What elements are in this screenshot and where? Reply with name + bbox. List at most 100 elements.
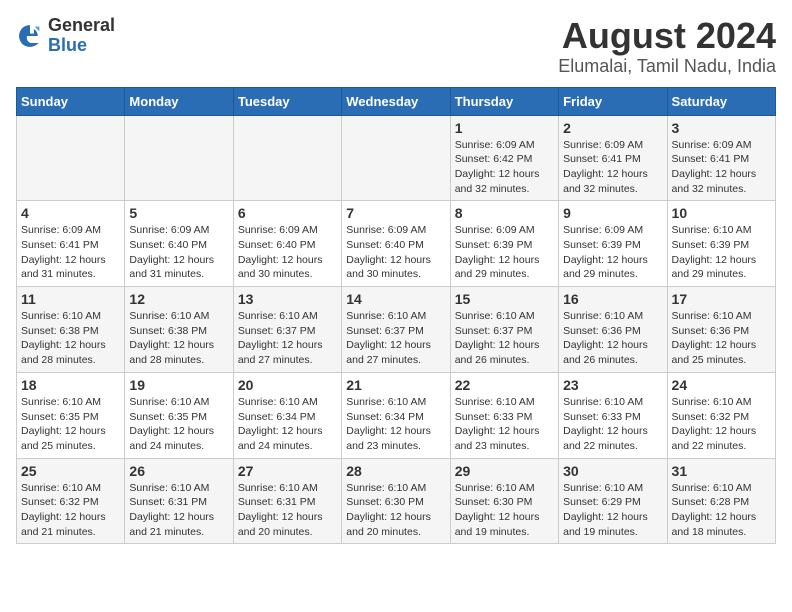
- calendar-cell: 21Sunrise: 6:10 AM Sunset: 6:34 PM Dayli…: [342, 372, 450, 458]
- calendar-cell: 31Sunrise: 6:10 AM Sunset: 6:28 PM Dayli…: [667, 458, 775, 544]
- calendar-week-3: 18 Sunrise: 6:10 AM Sunset: 6:35 PM Dayli…: [17, 372, 776, 458]
- day-info: Sunrise: 6:10 AM Sunset: 6:38 PM Dayligh…: [21, 309, 120, 368]
- calendar-cell: 5 Sunrise: 6:09 AM Sunset: 6:40 PM Daylig…: [125, 201, 233, 287]
- day-number: 26: [129, 463, 228, 479]
- calendar-cell: 3Sunrise: 6:09 AM Sunset: 6:41 PM Daylig…: [667, 115, 775, 201]
- day-number: 8: [455, 205, 554, 221]
- calendar-cell: 27 Sunrise: 6:10 AM Sunset: 6:31 PM Dayli…: [233, 458, 341, 544]
- calendar-cell: 26 Sunrise: 6:10 AM Sunset: 6:31 PM Dayli…: [125, 458, 233, 544]
- day-number: 24: [672, 377, 771, 393]
- day-number: 2: [563, 120, 662, 136]
- day-number: 11: [21, 291, 120, 307]
- calendar-cell: 30 Sunrise: 6:10 AM Sunset: 6:29 PM Dayli…: [559, 458, 667, 544]
- logo-icon: [16, 22, 44, 50]
- weekday-header-monday: Monday: [125, 87, 233, 115]
- day-number: 28: [346, 463, 445, 479]
- page-header: General Blue August 2024 Elumalai, Tamil…: [16, 16, 776, 77]
- day-number: 13: [238, 291, 337, 307]
- calendar-cell: 6 Sunrise: 6:09 AM Sunset: 6:40 PM Daylig…: [233, 201, 341, 287]
- day-info: Sunrise: 6:10 AM Sunset: 6:29 PM Dayligh…: [563, 481, 662, 540]
- calendar-cell: 20 Sunrise: 6:10 AM Sunset: 6:34 PM Dayli…: [233, 372, 341, 458]
- day-number: 19: [129, 377, 228, 393]
- day-info: Sunrise: 6:10 AM Sunset: 6:37 PM Dayligh…: [346, 309, 445, 368]
- calendar-cell: 22 Sunrise: 6:10 AM Sunset: 6:33 PM Dayli…: [450, 372, 558, 458]
- day-number: 4: [21, 205, 120, 221]
- day-info: Sunrise: 6:09 AM Sunset: 6:40 PM Dayligh…: [238, 223, 337, 282]
- day-info: Sunrise: 6:10 AM Sunset: 6:31 PM Dayligh…: [129, 481, 228, 540]
- calendar-table: SundayMondayTuesdayWednesdayThursdayFrid…: [16, 87, 776, 545]
- day-info: Sunrise: 6:10 AM Sunset: 6:33 PM Dayligh…: [455, 395, 554, 454]
- calendar-cell: 4Sunrise: 6:09 AM Sunset: 6:41 PM Daylig…: [17, 201, 125, 287]
- logo-general: General: [48, 16, 115, 36]
- day-number: 1: [455, 120, 554, 136]
- calendar-cell: [17, 115, 125, 201]
- day-number: 27: [238, 463, 337, 479]
- calendar-week-1: 4Sunrise: 6:09 AM Sunset: 6:41 PM Daylig…: [17, 201, 776, 287]
- day-number: 14: [346, 291, 445, 307]
- calendar-header: SundayMondayTuesdayWednesdayThursdayFrid…: [17, 87, 776, 115]
- day-info: Sunrise: 6:10 AM Sunset: 6:30 PM Dayligh…: [455, 481, 554, 540]
- calendar-cell: 14 Sunrise: 6:10 AM Sunset: 6:37 PM Dayli…: [342, 287, 450, 373]
- day-info: Sunrise: 6:10 AM Sunset: 6:35 PM Dayligh…: [129, 395, 228, 454]
- calendar-week-4: 25Sunrise: 6:10 AM Sunset: 6:32 PM Dayli…: [17, 458, 776, 544]
- weekday-header-wednesday: Wednesday: [342, 87, 450, 115]
- day-info: Sunrise: 6:10 AM Sunset: 6:37 PM Dayligh…: [455, 309, 554, 368]
- day-number: 10: [672, 205, 771, 221]
- calendar-cell: 15Sunrise: 6:10 AM Sunset: 6:37 PM Dayli…: [450, 287, 558, 373]
- day-info: Sunrise: 6:09 AM Sunset: 6:41 PM Dayligh…: [563, 138, 662, 197]
- day-number: 30: [563, 463, 662, 479]
- calendar-cell: 19 Sunrise: 6:10 AM Sunset: 6:35 PM Dayli…: [125, 372, 233, 458]
- calendar-subtitle: Elumalai, Tamil Nadu, India: [558, 56, 776, 77]
- calendar-body: 1 Sunrise: 6:09 AM Sunset: 6:42 PM Daylig…: [17, 115, 776, 544]
- calendar-cell: [342, 115, 450, 201]
- day-info: Sunrise: 6:09 AM Sunset: 6:40 PM Dayligh…: [346, 223, 445, 282]
- day-number: 7: [346, 205, 445, 221]
- day-number: 16: [563, 291, 662, 307]
- day-info: Sunrise: 6:10 AM Sunset: 6:36 PM Dayligh…: [563, 309, 662, 368]
- day-info: Sunrise: 6:10 AM Sunset: 6:31 PM Dayligh…: [238, 481, 337, 540]
- calendar-cell: 23Sunrise: 6:10 AM Sunset: 6:33 PM Dayli…: [559, 372, 667, 458]
- day-info: Sunrise: 6:10 AM Sunset: 6:38 PM Dayligh…: [129, 309, 228, 368]
- day-number: 22: [455, 377, 554, 393]
- day-info: Sunrise: 6:10 AM Sunset: 6:32 PM Dayligh…: [672, 395, 771, 454]
- weekday-header-row: SundayMondayTuesdayWednesdayThursdayFrid…: [17, 87, 776, 115]
- day-number: 20: [238, 377, 337, 393]
- calendar-cell: [233, 115, 341, 201]
- day-info: Sunrise: 6:09 AM Sunset: 6:41 PM Dayligh…: [672, 138, 771, 197]
- calendar-cell: 2 Sunrise: 6:09 AM Sunset: 6:41 PM Daylig…: [559, 115, 667, 201]
- day-info: Sunrise: 6:10 AM Sunset: 6:34 PM Dayligh…: [238, 395, 337, 454]
- calendar-week-0: 1 Sunrise: 6:09 AM Sunset: 6:42 PM Daylig…: [17, 115, 776, 201]
- day-info: Sunrise: 6:09 AM Sunset: 6:40 PM Dayligh…: [129, 223, 228, 282]
- weekday-header-saturday: Saturday: [667, 87, 775, 115]
- weekday-header-tuesday: Tuesday: [233, 87, 341, 115]
- weekday-header-friday: Friday: [559, 87, 667, 115]
- calendar-cell: 1 Sunrise: 6:09 AM Sunset: 6:42 PM Daylig…: [450, 115, 558, 201]
- day-number: 6: [238, 205, 337, 221]
- calendar-cell: 24 Sunrise: 6:10 AM Sunset: 6:32 PM Dayli…: [667, 372, 775, 458]
- day-info: Sunrise: 6:10 AM Sunset: 6:30 PM Dayligh…: [346, 481, 445, 540]
- day-info: Sunrise: 6:10 AM Sunset: 6:39 PM Dayligh…: [672, 223, 771, 282]
- day-number: 29: [455, 463, 554, 479]
- day-number: 17: [672, 291, 771, 307]
- day-info: Sunrise: 6:10 AM Sunset: 6:36 PM Dayligh…: [672, 309, 771, 368]
- calendar-cell: 12 Sunrise: 6:10 AM Sunset: 6:38 PM Dayli…: [125, 287, 233, 373]
- calendar-title: August 2024: [558, 16, 776, 56]
- day-number: 18: [21, 377, 120, 393]
- day-info: Sunrise: 6:10 AM Sunset: 6:37 PM Dayligh…: [238, 309, 337, 368]
- day-number: 5: [129, 205, 228, 221]
- logo: General Blue: [16, 16, 115, 56]
- calendar-cell: 29 Sunrise: 6:10 AM Sunset: 6:30 PM Dayli…: [450, 458, 558, 544]
- calendar-cell: 10 Sunrise: 6:10 AM Sunset: 6:39 PM Dayli…: [667, 201, 775, 287]
- day-number: 12: [129, 291, 228, 307]
- day-number: 21: [346, 377, 445, 393]
- day-info: Sunrise: 6:10 AM Sunset: 6:33 PM Dayligh…: [563, 395, 662, 454]
- day-info: Sunrise: 6:09 AM Sunset: 6:42 PM Dayligh…: [455, 138, 554, 197]
- calendar-cell: 17 Sunrise: 6:10 AM Sunset: 6:36 PM Dayli…: [667, 287, 775, 373]
- day-info: Sunrise: 6:09 AM Sunset: 6:39 PM Dayligh…: [563, 223, 662, 282]
- logo-blue: Blue: [48, 36, 115, 56]
- day-number: 9: [563, 205, 662, 221]
- title-block: August 2024 Elumalai, Tamil Nadu, India: [558, 16, 776, 77]
- day-info: Sunrise: 6:10 AM Sunset: 6:35 PM Dayligh…: [21, 395, 120, 454]
- calendar-cell: 7 Sunrise: 6:09 AM Sunset: 6:40 PM Daylig…: [342, 201, 450, 287]
- calendar-cell: 25Sunrise: 6:10 AM Sunset: 6:32 PM Dayli…: [17, 458, 125, 544]
